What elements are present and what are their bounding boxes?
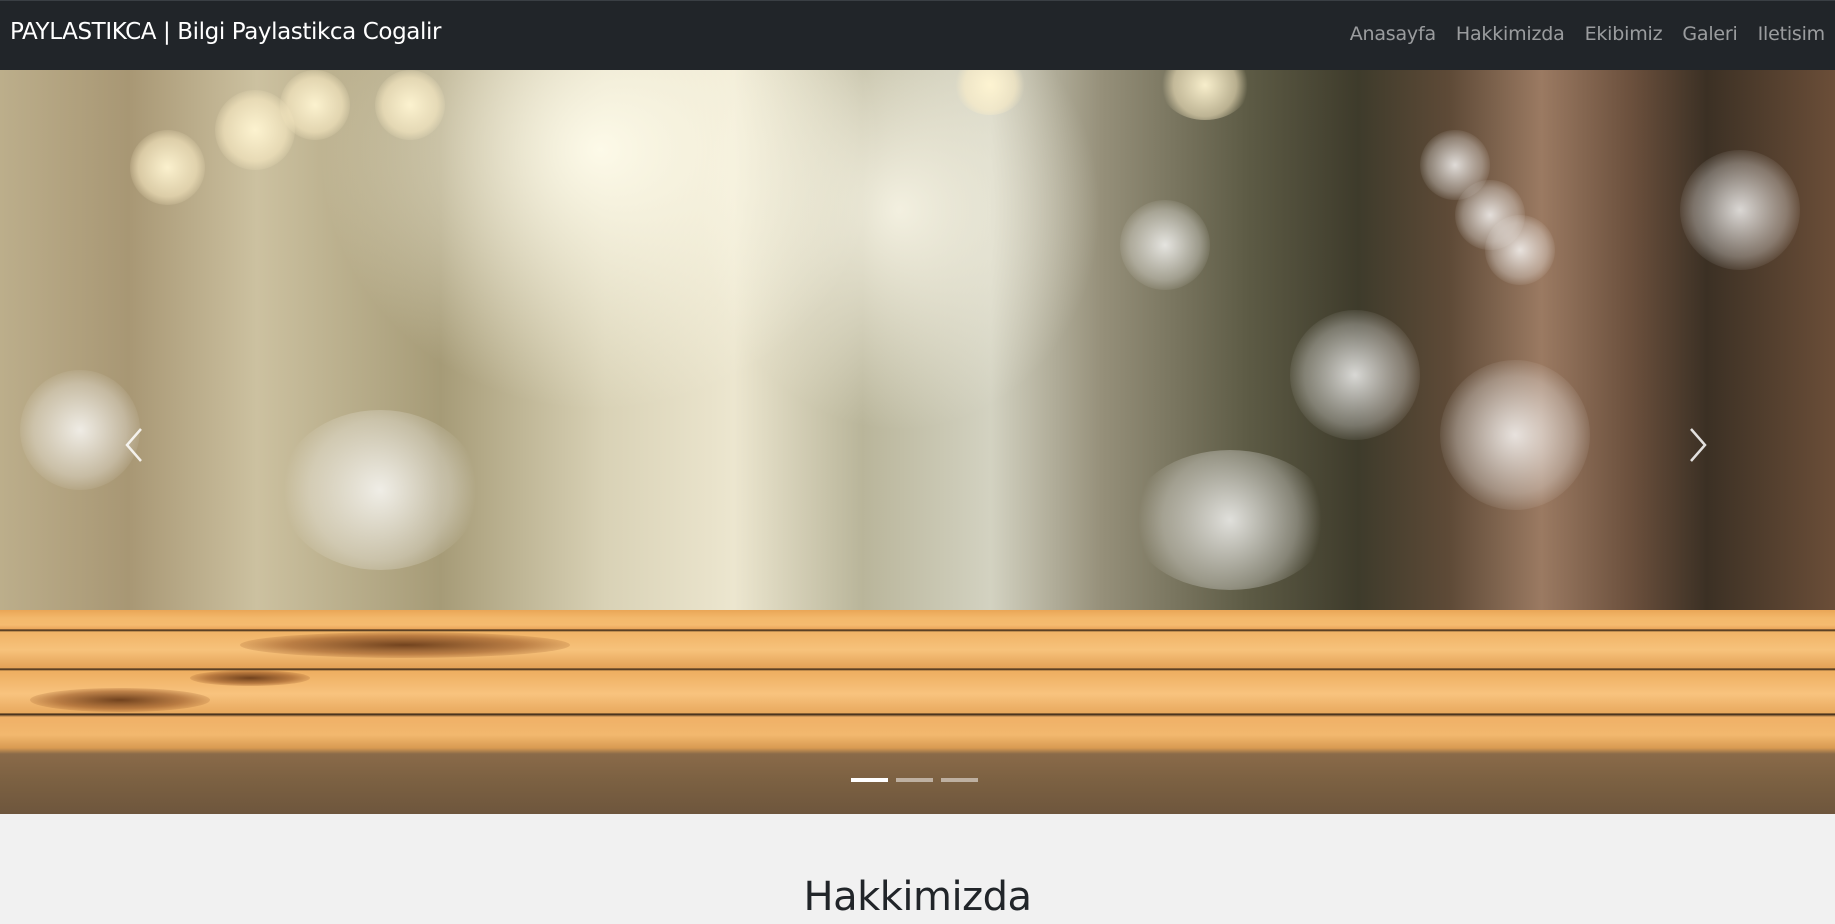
bokeh-light <box>1120 200 1210 290</box>
bokeh-light <box>280 70 350 140</box>
wood-knot <box>190 670 310 686</box>
bokeh-light <box>1680 150 1800 270</box>
nav-link-galeri[interactable]: Galeri <box>1682 23 1737 45</box>
nav-link-anasayfa[interactable]: Anasayfa <box>1350 23 1436 45</box>
bokeh-light <box>1130 450 1330 590</box>
carousel-next-button[interactable] <box>1678 415 1718 475</box>
bokeh-light <box>130 130 205 205</box>
bokeh-light <box>1160 70 1250 120</box>
bokeh-light <box>1290 310 1420 440</box>
carousel-indicator-3[interactable] <box>941 778 978 782</box>
carousel-indicators <box>851 778 978 782</box>
bokeh-light <box>1485 215 1555 285</box>
hero-carousel <box>0 70 1835 814</box>
wood-knot <box>30 688 210 712</box>
chevron-left-icon <box>125 428 142 462</box>
chevron-right-icon <box>1690 428 1707 462</box>
bokeh-light <box>1440 360 1590 510</box>
brand-logo-text[interactable]: PAYLASTIKCA | Bilgi Paylastikca Cogalir <box>10 19 441 45</box>
carousel-indicator-2[interactable] <box>896 778 933 782</box>
main-nav: Anasayfa Hakkimizda Ekibimiz Galeri Ilet… <box>1350 23 1826 45</box>
bokeh-light <box>955 70 1025 115</box>
section-heading: Hakkimizda <box>803 874 1032 920</box>
nav-link-ekibimiz[interactable]: Ekibimiz <box>1585 23 1663 45</box>
bokeh-light <box>280 410 480 570</box>
carousel-slide-image <box>0 70 1835 610</box>
about-section: Hakkimizda <box>0 814 1835 924</box>
top-navbar: PAYLASTIKCA | Bilgi Paylastikca Cogalir … <box>0 0 1835 70</box>
wooden-table-top <box>0 610 1835 814</box>
nav-link-hakkimizda[interactable]: Hakkimizda <box>1456 23 1565 45</box>
bokeh-light <box>375 70 445 140</box>
carousel-indicator-1[interactable] <box>851 778 888 782</box>
carousel-prev-button[interactable] <box>114 415 154 475</box>
nav-link-iletisim[interactable]: Iletisim <box>1758 23 1826 45</box>
wood-knot <box>240 632 570 658</box>
